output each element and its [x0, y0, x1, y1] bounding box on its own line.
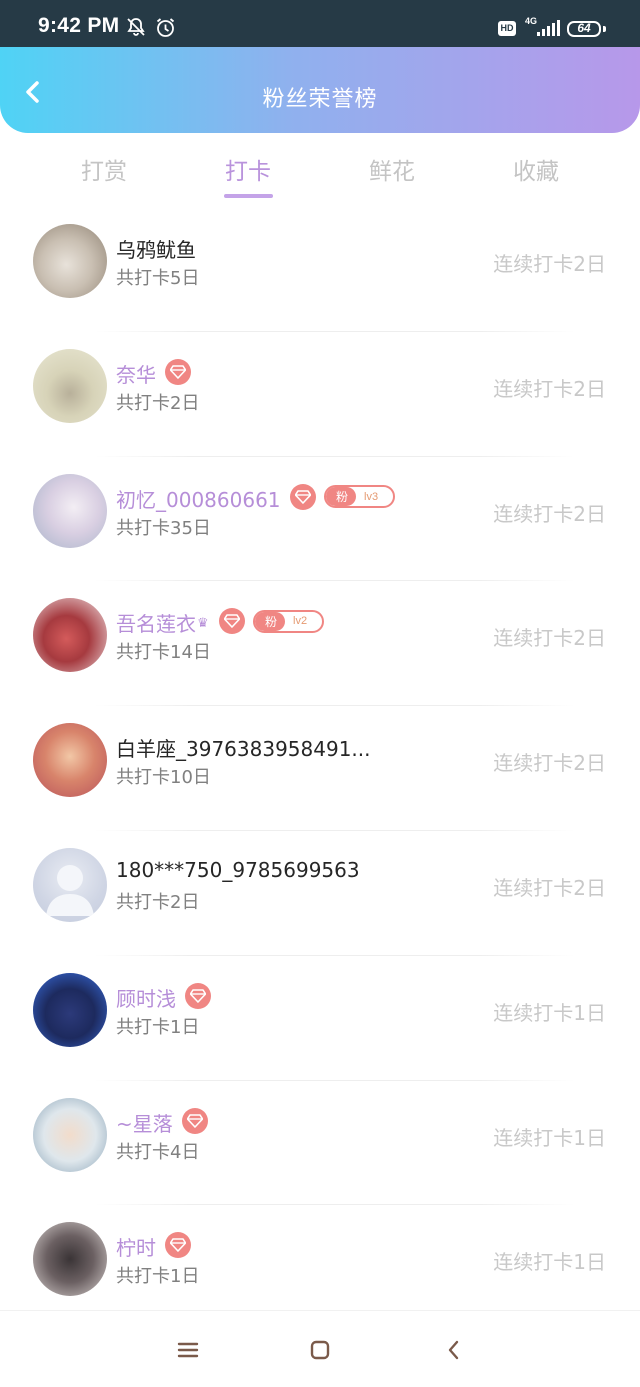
- fan-name: 白羊座_3976383958491...: [116, 737, 371, 762]
- signal-icon: [537, 20, 560, 36]
- badge-group: [182, 1107, 208, 1134]
- total-checkins: 共打卡5日: [116, 268, 200, 289]
- page-title: 粉丝荣誉榜: [262, 87, 378, 112]
- fan-name: 吾名莲衣: [116, 612, 196, 637]
- diamond-icon: [165, 1232, 191, 1259]
- fan-name: 180***750_9785699563: [116, 858, 360, 882]
- tab-bar: 打赏 打卡 鲜花 收藏: [0, 133, 640, 213]
- total-checkins: 共打卡4日: [116, 1141, 200, 1163]
- tab-favorites[interactable]: 收藏: [486, 152, 586, 186]
- streak-days: 连续打卡2日: [493, 876, 606, 900]
- fan-name: 奈华: [116, 362, 156, 387]
- badge-group: [165, 1232, 191, 1259]
- fan-badge-label: 粉: [326, 487, 357, 507]
- tab-flowers[interactable]: 鲜花: [342, 152, 442, 186]
- fan-row[interactable]: 180***750_9785699563 共打卡2日 连续打卡2日: [0, 830, 640, 967]
- menu-icon[interactable]: [175, 1337, 201, 1363]
- hd-icon: HD: [498, 21, 516, 36]
- row-divider: [95, 830, 575, 831]
- tab-checkin[interactable]: 打卡: [198, 152, 298, 186]
- fan-badge-level: lv2: [293, 615, 308, 628]
- battery-icon: 64: [567, 21, 601, 37]
- row-divider: [95, 1204, 575, 1206]
- badge-group: [185, 982, 211, 1009]
- streak-days: 连续打卡2日: [493, 501, 606, 526]
- avatar[interactable]: [33, 1097, 107, 1172]
- fan-level-badge: 粉 lv2: [253, 609, 324, 633]
- fan-row[interactable]: ~星落共打卡4日 连续打卡1日: [0, 1079, 640, 1217]
- fan-row[interactable]: 白羊座_3976383958491... 共打卡10日 连续打卡2日: [0, 705, 640, 842]
- battery-level: 64: [577, 21, 591, 35]
- badge-group: 粉 lv3: [290, 483, 395, 510]
- streak-days: 连续打卡1日: [493, 1250, 606, 1275]
- streak-days: 连续打卡2日: [493, 751, 606, 776]
- avatar[interactable]: [33, 723, 107, 798]
- home-icon[interactable]: [307, 1337, 333, 1363]
- fan-badge-level: lv3: [364, 490, 379, 503]
- header: 粉丝荣誉榜: [0, 47, 640, 133]
- diamond-icon: [219, 608, 245, 635]
- streak-days: 连续打卡2日: [493, 252, 606, 276]
- crown-icon: ♛: [197, 616, 209, 632]
- streak-days: 连续打卡1日: [493, 1125, 606, 1150]
- status-bar: 9:42 PM HD 4G 64: [0, 0, 640, 47]
- fan-name: 柠时: [116, 1236, 156, 1261]
- total-checkins: 共打卡1日: [116, 1016, 200, 1038]
- row-divider: [95, 330, 575, 332]
- default-avatar-icon: [46, 865, 94, 916]
- avatar[interactable]: [33, 848, 107, 922]
- avatar[interactable]: [33, 1222, 107, 1297]
- diamond-icon: [165, 358, 191, 385]
- fan-row[interactable]: 顾时浅共打卡1日 连续打卡1日: [0, 954, 640, 1092]
- total-checkins: 共打卡35日: [116, 517, 211, 539]
- fan-name: ~星落: [116, 1111, 173, 1136]
- fan-row[interactable]: 奈华共打卡2日 连续打卡2日: [0, 330, 640, 468]
- mute-bell-icon: [127, 18, 145, 36]
- row-divider: [95, 705, 575, 707]
- status-time: 9:42 PM: [38, 14, 120, 37]
- diamond-icon: [290, 483, 316, 510]
- badge-group: 粉 lv2: [219, 608, 324, 635]
- battery-cap: [603, 26, 606, 32]
- row-divider: [95, 954, 575, 956]
- tab-reward[interactable]: 打赏: [54, 152, 154, 186]
- active-tab-indicator: [224, 194, 273, 198]
- alarm-icon: [156, 18, 175, 37]
- diamond-icon: [185, 982, 211, 1009]
- fan-name: 乌鸦鱿鱼: [116, 238, 196, 262]
- row-divider: [95, 580, 575, 582]
- total-checkins: 共打卡14日: [116, 642, 211, 664]
- fan-row[interactable]: 吾名莲衣 ♛ 粉 lv2 共打卡14日 连续打卡2日: [0, 580, 640, 717]
- streak-days: 连续打卡2日: [493, 626, 606, 651]
- badge-group: [165, 358, 191, 385]
- row-divider: [95, 1079, 575, 1081]
- total-checkins: 共打卡2日: [116, 392, 200, 414]
- system-nav-bar: [0, 1310, 640, 1387]
- total-checkins: 共打卡10日: [116, 767, 211, 789]
- row-divider: [95, 455, 575, 457]
- avatar[interactable]: [33, 348, 107, 423]
- fan-level-badge: 粉 lv3: [324, 485, 395, 509]
- avatar[interactable]: [33, 972, 107, 1047]
- fan-row[interactable]: 乌鸦鱿鱼共打卡5日 连续打卡2日: [0, 218, 640, 343]
- back-nav-icon[interactable]: [441, 1337, 467, 1363]
- fan-row[interactable]: 初忆_000860661 粉 lv3 共打卡35日 连续打卡2日: [0, 455, 640, 593]
- total-checkins: 共打卡1日: [116, 1266, 200, 1288]
- fan-badge-label: 粉: [255, 611, 286, 631]
- avatar[interactable]: [33, 224, 107, 298]
- streak-days: 连续打卡1日: [493, 1000, 606, 1025]
- avatar[interactable]: [33, 598, 107, 673]
- total-checkins: 共打卡2日: [116, 892, 200, 913]
- fan-name: 顾时浅: [116, 986, 176, 1011]
- streak-days: 连续打卡2日: [493, 376, 606, 401]
- diamond-icon: [182, 1107, 208, 1134]
- fan-name: 初忆_000860661: [116, 487, 281, 512]
- avatar[interactable]: [33, 473, 107, 548]
